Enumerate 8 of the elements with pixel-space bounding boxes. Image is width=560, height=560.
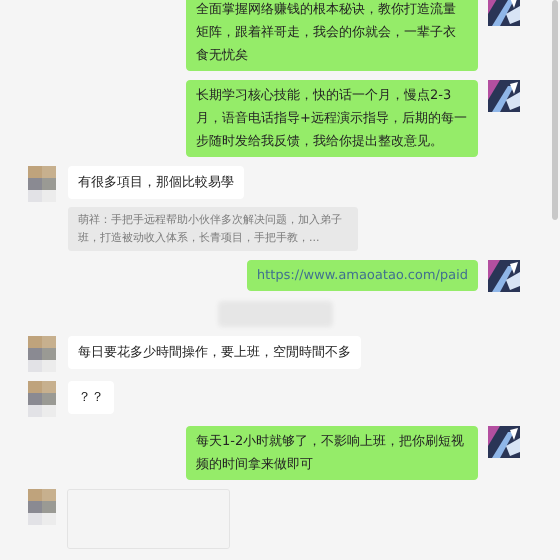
message-bubble: 全面掌握网络赚钱的根本秘诀，教你打造流量矩阵，跟着祥哥走，我会的你就会，一辈子衣食无忧矣 <box>186 0 478 71</box>
message-bubble: ？？ <box>68 381 114 414</box>
message-bubble: 有很多項目，那個比較易學 <box>68 166 244 199</box>
message-bubble: 每日要花多少時間操作，要上班，空閒時間不多 <box>68 336 361 369</box>
link-message-bubble: https://www.amaoatao.com/paid <box>246 260 478 291</box>
message-bubble: 长期学习核心技能，快的话一个月，慢点2-3月，语音电话指导+远程演示指导，后期的每一步随时发给我反馈，我给你提出整改意见。 <box>186 80 478 157</box>
quoted-message: 萌祥：手把手远程帮助小伙伴多次解决问题，加入弟子班，打造被动收入体系，长青项目，手把手教，... <box>68 207 358 251</box>
message-bubble: 每天1-2小时就够了，不影响上班，把你刷短视频的时间拿来做即可 <box>186 426 478 480</box>
